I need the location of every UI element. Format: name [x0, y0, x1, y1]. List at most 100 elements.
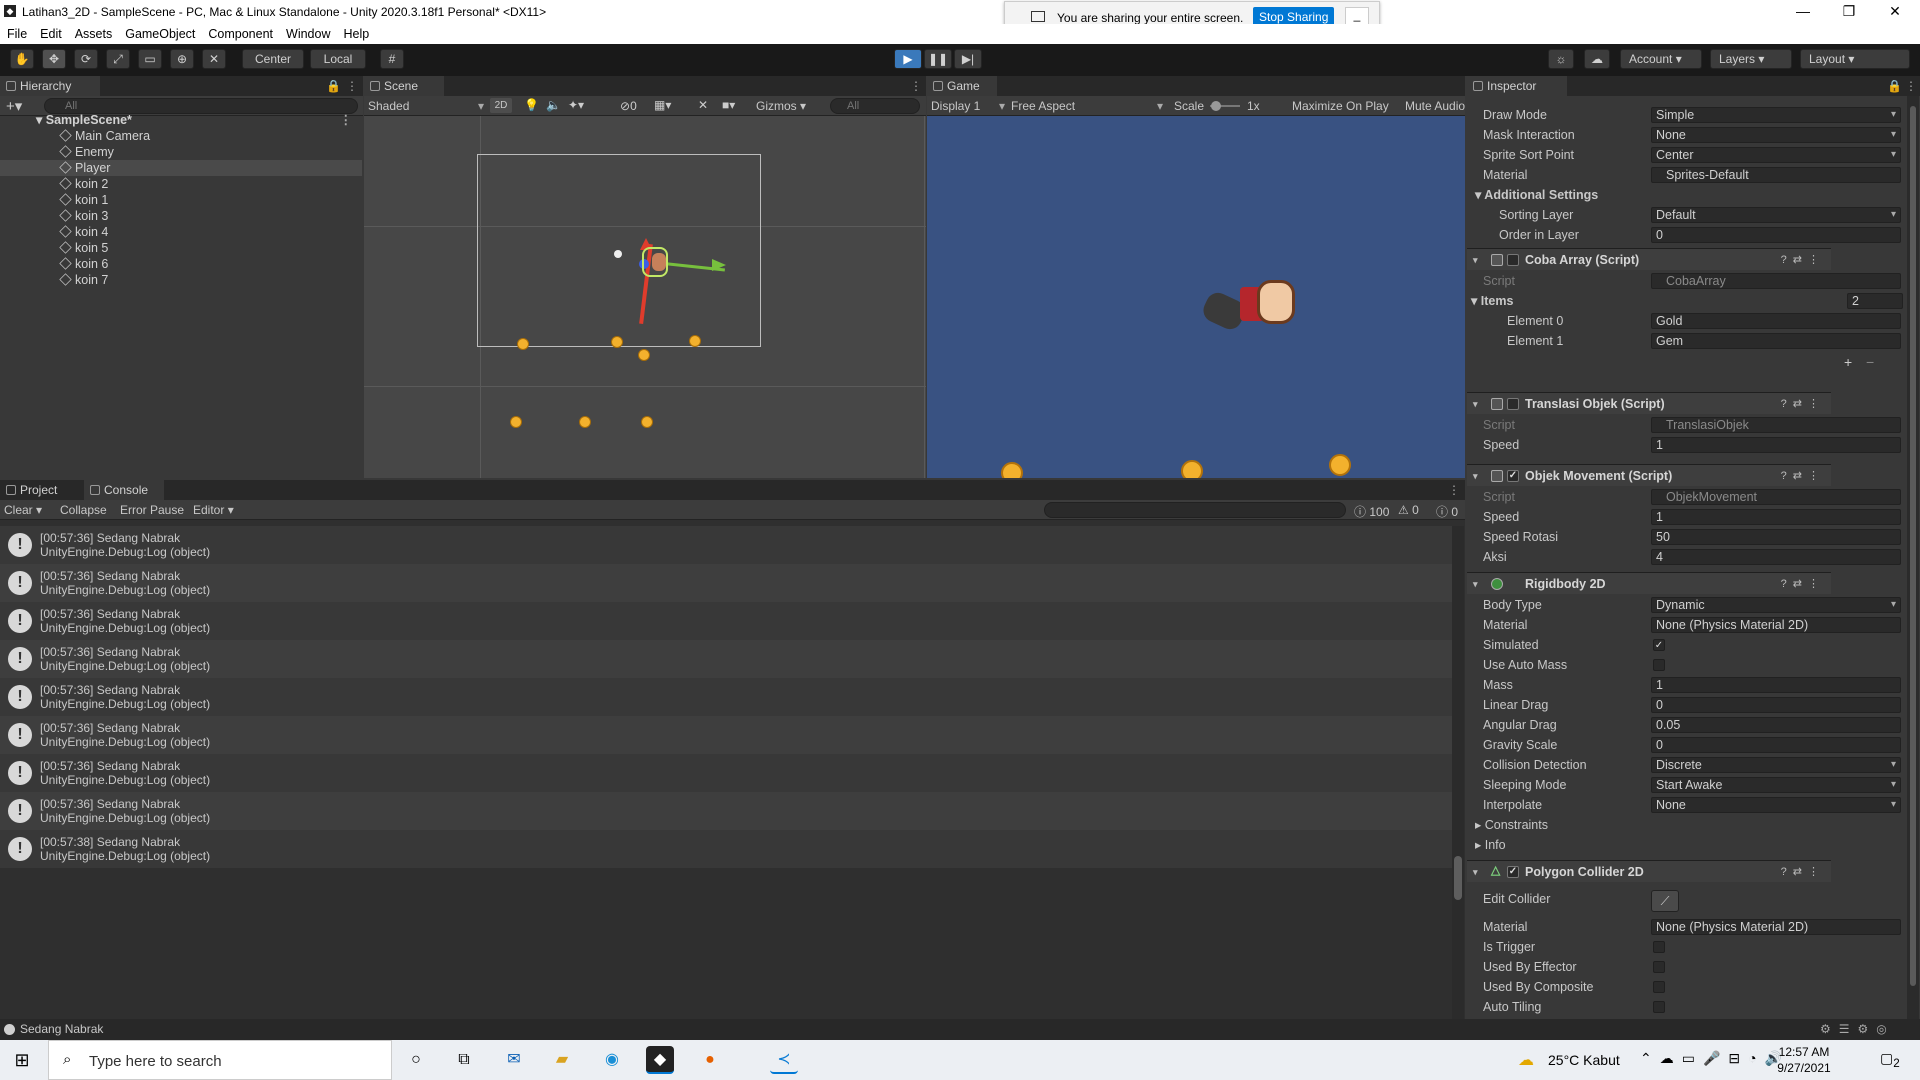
mask-dropdown[interactable]: None: [1651, 127, 1901, 143]
component-actions-icon[interactable]: ?⇄⋮: [1781, 465, 1825, 487]
error-count-toggle[interactable]: ⓘ 0: [1436, 503, 1458, 520]
hand-tool-icon[interactable]: ✋: [10, 49, 34, 69]
scene-coin[interactable]: [579, 416, 591, 428]
component-actions-icon[interactable]: ?⇄⋮: [1781, 393, 1825, 415]
items-count-field[interactable]: 2: [1847, 293, 1903, 309]
move-tool-icon[interactable]: ✥: [42, 49, 66, 69]
component-actions-icon[interactable]: ?⇄⋮: [1781, 249, 1825, 271]
console-log-entry[interactable]: ! [00:57:36] Sedang Nabrak UnityEngine.Deb…: [0, 754, 1452, 792]
trigger-checkbox[interactable]: [1653, 941, 1665, 953]
windows-start-icon[interactable]: ⊞: [8, 1046, 36, 1074]
camera-icon[interactable]: ■▾: [722, 98, 735, 112]
tab-project[interactable]: Project: [0, 480, 84, 500]
tray-icons[interactable]: ⌃☁▭🎤⊟◔🔊: [1640, 1050, 1790, 1067]
scene-root-row[interactable]: ▾ SampleScene* ⋮: [0, 112, 362, 128]
tab-console[interactable]: Console: [84, 480, 164, 500]
element0-field[interactable]: Gold: [1651, 313, 1901, 329]
polygon-enable-checkbox[interactable]: ✓: [1507, 866, 1519, 878]
grid-icon[interactable]: ▦▾: [654, 98, 671, 112]
maximize-on-play-toggle[interactable]: Maximize On Play: [1292, 99, 1389, 113]
scale-tool-icon[interactable]: ⤢: [106, 49, 130, 69]
menu-assets[interactable]: Assets: [68, 24, 119, 41]
minimize-window-button[interactable]: —: [1780, 0, 1826, 22]
file-explorer-icon[interactable]: ▰: [548, 1046, 576, 1074]
sort-point-dropdown[interactable]: Center: [1651, 147, 1901, 163]
hierarchy-item[interactable]: koin 6: [0, 256, 362, 272]
body-type-dropdown[interactable]: Dynamic: [1651, 597, 1901, 613]
editor-dropdown[interactable]: Editor ▾: [193, 503, 234, 517]
mass-field[interactable]: 1: [1651, 677, 1901, 693]
menu-edit[interactable]: Edit: [33, 24, 68, 41]
scene-coin[interactable]: [611, 336, 623, 348]
tab-inspector[interactable]: Inspector: [1467, 76, 1567, 96]
inspector-scrollbar[interactable]: [1907, 96, 1919, 1027]
rotate-tool-icon[interactable]: ⟳: [74, 49, 98, 69]
console-log-entry[interactable]: ! [00:57:36] Sedang Nabrak UnityEngine.Deb…: [0, 526, 1452, 564]
remove-element-button[interactable]: −: [1866, 354, 1874, 370]
tab-game[interactable]: Game: [927, 76, 997, 96]
vscode-icon[interactable]: ≺: [770, 1046, 798, 1074]
notification-icon[interactable]: ▢2: [1880, 1050, 1900, 1070]
collision-dropdown[interactable]: Discrete: [1651, 757, 1901, 773]
log-count-toggle[interactable]: ⓘ 100: [1354, 503, 1389, 520]
lighting-icon[interactable]: 💡: [524, 98, 539, 112]
gravity-field[interactable]: 0: [1651, 737, 1901, 753]
hierarchy-item[interactable]: Player: [0, 160, 362, 176]
clock-date[interactable]: 9/27/2021: [1772, 1061, 1836, 1075]
console-log-entry[interactable]: ! [00:57:36] Sedang Nabrak UnityEngine.Deb…: [0, 640, 1452, 678]
panel-menu-icon[interactable]: ⋮: [346, 79, 358, 93]
element1-field[interactable]: Gem: [1651, 333, 1901, 349]
console-log-entry[interactable]: ! [00:57:36] Sedang Nabrak UnityEngine.Deb…: [0, 716, 1452, 754]
console-search-input[interactable]: [1044, 502, 1346, 518]
composite-checkbox[interactable]: [1653, 981, 1665, 993]
aspect-dropdown[interactable]: Free Aspect ▾: [1011, 99, 1163, 113]
cortana-icon[interactable]: ○: [402, 1046, 430, 1074]
items-label[interactable]: ▾ Items: [1471, 292, 1513, 310]
scale-slider-thumb[interactable]: [1211, 101, 1221, 111]
menu-help[interactable]: Help: [336, 24, 375, 41]
sorting-layer-dropdown[interactable]: Default: [1651, 207, 1901, 223]
scene-coin[interactable]: [641, 416, 653, 428]
audio-icon[interactable]: 🔈: [546, 98, 561, 112]
mute-audio-toggle[interactable]: Mute Audio: [1405, 99, 1465, 113]
rigidbody-header[interactable]: ▾ Rigidbody 2D ?⇄⋮: [1467, 572, 1831, 594]
hierarchy-item[interactable]: koin 1: [0, 192, 362, 208]
firefox-icon[interactable]: ●: [696, 1046, 724, 1074]
custom-tool-icon[interactable]: ✕: [202, 49, 226, 69]
toggle-2d-button[interactable]: 2D: [490, 98, 512, 113]
component-actions-icon[interactable]: ?⇄⋮: [1781, 573, 1825, 595]
transform-tool-icon[interactable]: ⊕: [170, 49, 194, 69]
clear-button[interactable]: Clear ▾: [4, 503, 42, 517]
hierarchy-item[interactable]: koin 5: [0, 240, 362, 256]
simulated-checkbox[interactable]: ✓: [1653, 639, 1665, 651]
movement-header[interactable]: ▾ ✓ Objek Movement (Script) ?⇄⋮: [1467, 464, 1831, 486]
collab-icon[interactable]: ☼: [1548, 49, 1574, 69]
pivot-local-button[interactable]: Local: [310, 49, 366, 69]
auto-mass-checkbox[interactable]: [1653, 659, 1665, 671]
constraints-foldout[interactable]: ▸ Constraints: [1475, 816, 1548, 834]
info-foldout[interactable]: ▸ Info: [1475, 836, 1506, 854]
tab-hierarchy[interactable]: Hierarchy: [0, 76, 100, 96]
scene-menu-icon[interactable]: ⋮: [340, 112, 353, 128]
effector-checkbox[interactable]: [1653, 961, 1665, 973]
edge-icon[interactable]: ◉: [598, 1046, 626, 1074]
coba-array-header[interactable]: ▾ Coba Array (Script) ?⇄⋮: [1467, 248, 1831, 270]
play-button[interactable]: ▶: [894, 49, 922, 69]
restore-window-button[interactable]: ❐: [1826, 0, 1872, 22]
scene-coin[interactable]: [510, 416, 522, 428]
component-actions-icon[interactable]: ?⇄⋮: [1781, 861, 1825, 883]
hierarchy-item[interactable]: koin 2: [0, 176, 362, 192]
layout-dropdown[interactable]: Layout ▾: [1800, 49, 1910, 69]
draw-mode-dropdown[interactable]: Simple: [1651, 107, 1901, 123]
hierarchy-item[interactable]: koin 7: [0, 272, 362, 288]
menu-file[interactable]: File: [0, 24, 33, 41]
menu-component[interactable]: Component: [201, 24, 279, 41]
pc-material-field[interactable]: None (Physics Material 2D): [1651, 919, 1901, 935]
step-button[interactable]: ▶|: [954, 49, 982, 69]
additional-settings-foldout[interactable]: ▾ Additional Settings: [1475, 186, 1598, 204]
error-pause-button[interactable]: Error Pause: [120, 503, 184, 517]
coba-array-enable-checkbox[interactable]: [1507, 254, 1519, 266]
interpolate-dropdown[interactable]: None: [1651, 797, 1901, 813]
console-log-entry[interactable]: ! [00:57:36] Sedang Nabrak UnityEngine.Deb…: [0, 678, 1452, 716]
shading-dropdown[interactable]: Shaded ▾: [368, 99, 484, 113]
